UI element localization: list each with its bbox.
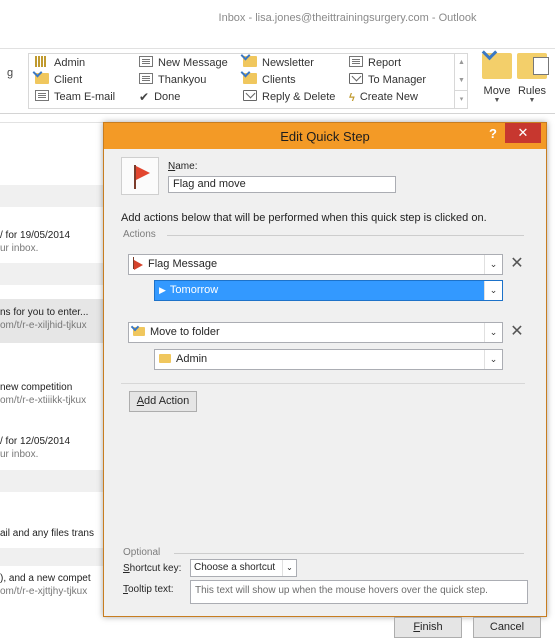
quick-step-create-new[interactable]: ϟ Create New (349, 90, 418, 105)
bolt-icon: ϟ (349, 92, 355, 104)
list-group-header (0, 185, 112, 207)
tooltip-text-input[interactable]: This text will show up when the mouse ho… (190, 580, 528, 604)
folder-move-icon (35, 73, 49, 84)
forward-icon (349, 73, 363, 84)
quick-step-team-email[interactable]: Team E-mail (35, 90, 115, 105)
rules-icon (517, 53, 549, 79)
folder-move-icon (243, 73, 257, 84)
list-item[interactable]: ns for you to enter... (0, 306, 112, 319)
quick-step-to-manager[interactable]: To Manager (349, 73, 426, 88)
actions-legend: Actions (123, 229, 156, 240)
gallery-down-icon[interactable]: ▼ (455, 72, 468, 90)
quick-step-newsletter[interactable]: Newsletter (243, 56, 314, 71)
mail-icon (139, 73, 153, 84)
move-button[interactable]: Move ▼ (480, 53, 514, 104)
list-group-header (0, 263, 112, 285)
quick-step-icon-picker[interactable] (121, 157, 159, 195)
action-1-type-dropdown[interactable]: Flag Message ⌄ (128, 254, 503, 275)
flag-icon (133, 257, 148, 270)
quick-step-new-message[interactable]: New Message (139, 56, 228, 71)
quick-step-admin[interactable]: Admin (35, 56, 85, 71)
optional-legend: Optional (123, 547, 161, 558)
instruction-text: Add actions below that will be performed… (121, 212, 487, 224)
action-2-type-dropdown[interactable]: Move to folder ⌄ (128, 322, 503, 343)
action-1-option-dropdown[interactable]: ▶ Tomorrow ⌄ (154, 280, 503, 301)
list-item[interactable]: ), and a new compet (0, 572, 112, 585)
dialog-title: Edit Quick Step (280, 129, 370, 144)
add-action-button[interactable]: Add Action (129, 391, 197, 412)
name-input[interactable]: Flag and move (168, 176, 396, 193)
tooltip-text-label: Tooltip text: (123, 584, 174, 595)
dialog-titlebar: Edit Quick Step ? ✕ (104, 123, 546, 149)
shortcut-key-label: Shortcut key: (123, 563, 182, 574)
mail-icon (35, 90, 49, 101)
list-group-header (0, 548, 112, 566)
folder-move-icon (243, 56, 257, 67)
list-item-preview: om/t/r-e-xjttjhy-tjkux (0, 586, 88, 597)
move-folder-icon (482, 53, 512, 79)
list-item-preview: om/t/r-e-xtiiikk-tjkux (0, 395, 87, 406)
chevron-down-icon: ▼ (528, 97, 536, 104)
chevron-down-icon: ⌄ (484, 255, 502, 274)
finish-button[interactable]: Finish (394, 617, 462, 638)
remove-action-2-button[interactable]: ✕ (509, 324, 525, 340)
gallery-more-icon[interactable]: ▾ (455, 90, 468, 108)
list-group-header (0, 470, 112, 492)
chevron-down-icon: ⌄ (484, 350, 502, 369)
chevron-down-icon: ⌄ (282, 560, 296, 576)
cancel-button[interactable]: Cancel (473, 617, 541, 638)
chevron-down-icon: ▼ (493, 97, 501, 104)
rules-button[interactable]: Rules ▼ (515, 53, 549, 104)
list-item[interactable]: / for 12/05/2014 (0, 435, 112, 448)
mail-icon (349, 56, 363, 67)
quick-step-clients[interactable]: Clients (243, 73, 296, 88)
ribbon: g Admin New Message Newsletter Report Cl… (0, 48, 555, 114)
mail-icon (139, 56, 153, 67)
ribbon-group-fragment: g (7, 67, 14, 79)
flag-icon: ▶ (159, 285, 166, 295)
gallery-up-icon[interactable]: ▲ (455, 54, 468, 72)
gallery-scroll: ▲ ▼ ▾ (454, 54, 468, 108)
help-button[interactable]: ? (486, 126, 500, 144)
shortcut-key-dropdown[interactable]: Choose a shortcut ⌄ (190, 559, 297, 577)
list-item[interactable]: new competition (0, 381, 112, 394)
chevron-down-icon: ⌄ (484, 323, 502, 342)
quick-steps-gallery: Admin New Message Newsletter Report Clie… (28, 53, 468, 109)
list-item-preview: ur inbox. (0, 449, 39, 460)
list-item[interactable]: / for 19/05/2014 (0, 229, 112, 242)
close-button[interactable]: ✕ (505, 123, 541, 143)
grid-icon (35, 56, 49, 67)
list-item-preview: ur inbox. (0, 243, 39, 254)
edit-quick-step-dialog: Edit Quick Step ? ✕ Name: Flag and move … (103, 122, 547, 638)
check-icon: ✔ (139, 90, 150, 104)
folder-icon (159, 354, 171, 363)
chevron-down-icon: ⌄ (484, 281, 502, 300)
quick-step-reply-delete[interactable]: Reply & Delete (243, 90, 335, 105)
quick-step-report[interactable]: Report (349, 56, 401, 71)
name-label: Name: (168, 161, 198, 172)
quick-step-thankyou[interactable]: Thankyou (139, 73, 206, 88)
quick-step-done[interactable]: ✔ Done (139, 90, 180, 105)
list-item[interactable]: ail and any files trans (0, 527, 112, 540)
window-title: Inbox - lisa.jones@theittrainingsurgery.… (218, 12, 477, 24)
remove-action-1-button[interactable]: ✕ (509, 256, 525, 272)
move-folder-icon (133, 327, 145, 336)
message-list: / for 19/05/2014 ur inbox. ns for you to… (0, 115, 112, 617)
quick-step-client[interactable]: Client (35, 73, 82, 88)
list-item-preview: om/t/r-e-xiljhid-tjkux (0, 320, 87, 331)
reply-icon (243, 90, 257, 101)
action-2-option-dropdown[interactable]: Admin ⌄ (154, 349, 503, 370)
